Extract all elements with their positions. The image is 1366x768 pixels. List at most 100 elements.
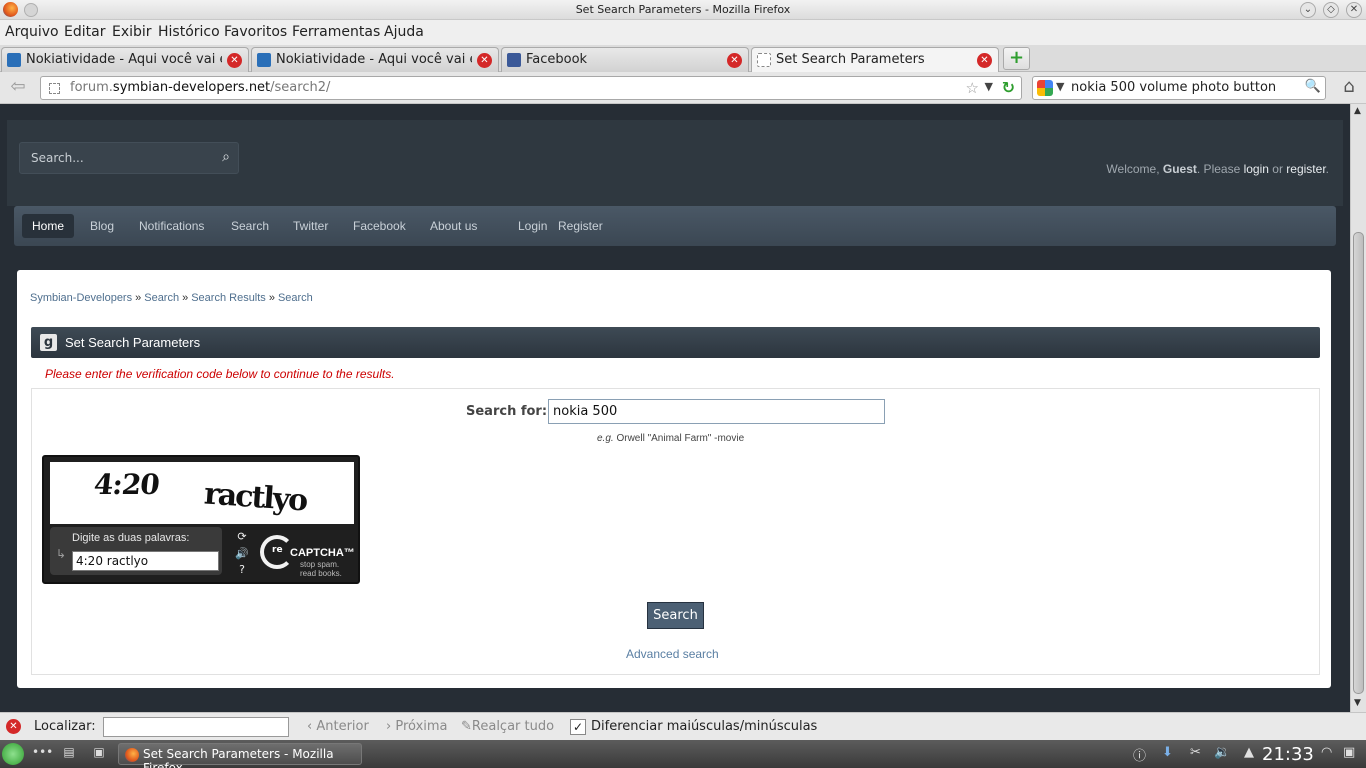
menu-exibir[interactable]: Exibir xyxy=(112,24,152,40)
task-label: Set Search Parameters - Mozilla Firefox xyxy=(143,747,334,768)
page-identity-icon[interactable] xyxy=(49,83,60,94)
tab-nokiatividade-1[interactable]: Nokiatividade - Aqui você vai e... ✕ xyxy=(1,47,249,72)
panel-icon: g xyxy=(40,334,57,351)
match-case-checkbox[interactable]: ✓ xyxy=(570,719,586,735)
tab-nokiatividade-2[interactable]: Nokiatividade - Aqui você vai e... ✕ xyxy=(251,47,499,72)
back-button[interactable]: ⇦ xyxy=(4,77,32,99)
close-tab-icon[interactable]: ✕ xyxy=(227,53,242,68)
audio-captcha-icon[interactable]: 🔊 xyxy=(232,547,252,561)
clock: 21:33 xyxy=(1262,744,1314,765)
menu-bar: Arquivo Editar Exibir Histórico Favorito… xyxy=(0,20,1366,45)
show-desktop-icon[interactable]: ▣ xyxy=(1343,745,1355,760)
menu-arquivo[interactable]: Arquivo xyxy=(5,24,59,40)
close-findbar-icon[interactable]: ✕ xyxy=(6,719,21,734)
web-search-input[interactable]: nokia 500 volume photo button xyxy=(1071,80,1276,95)
captcha-input-area: Digite as duas palavras: ↳ xyxy=(50,527,222,575)
refresh-captcha-icon[interactable]: ⟳ xyxy=(232,530,252,544)
bookmark-star-icon[interactable]: ☆ xyxy=(966,79,979,97)
nav-twitter[interactable]: Twitter xyxy=(283,214,338,238)
nav-blog[interactable]: Blog xyxy=(80,214,124,238)
tab-label: Nokiatividade - Aqui você vai e... xyxy=(26,52,222,67)
site-header: Search... ⌕ Welcome, Guest. Please login… xyxy=(7,120,1343,206)
search-engine-dropdown-icon[interactable]: ▼ xyxy=(1056,80,1064,93)
nav-notifications[interactable]: Notifications xyxy=(129,214,214,238)
panel-header: g Set Search Parameters xyxy=(31,327,1320,358)
web-search-bar[interactable]: ▼ nokia 500 volume photo button 🔍 xyxy=(1032,76,1326,100)
info-icon[interactable]: ⓘ xyxy=(1133,745,1146,764)
new-tab-button[interactable]: + xyxy=(1003,47,1030,70)
desktop-icon[interactable]: ▤ xyxy=(60,745,78,763)
reload-icon[interactable]: ↻ xyxy=(1002,78,1015,97)
maximize-button[interactable]: ◇ xyxy=(1323,2,1339,18)
nav-about-us[interactable]: About us xyxy=(420,214,487,238)
main-content: Symbian-Developers» Search» Search Results… xyxy=(17,270,1331,688)
search-button[interactable]: Search xyxy=(647,602,704,629)
site-search-input[interactable]: Search... xyxy=(31,151,84,165)
find-label: Localizar: xyxy=(34,719,96,734)
find-previous-button[interactable]: ‹ Anterior xyxy=(307,719,369,734)
search-for-input[interactable] xyxy=(548,399,885,424)
tray-expand-icon[interactable]: ▲ xyxy=(1244,745,1254,760)
close-tab-icon[interactable]: ✕ xyxy=(477,53,492,68)
url-bar[interactable]: forum.symbian-developers.net/search2/ ☆ … xyxy=(40,76,1022,100)
breadcrumb-search-results[interactable]: Search Results xyxy=(191,292,266,304)
search-icon[interactable]: ⌕ xyxy=(222,149,230,165)
volume-icon[interactable]: 🔉 xyxy=(1214,745,1230,760)
breadcrumb-symbian-developers[interactable]: Symbian-Developers xyxy=(30,292,132,304)
tab-label: Set Search Parameters xyxy=(776,52,925,67)
recaptcha-logo: re CAPTCHA™ stop spam. read books. xyxy=(260,533,358,578)
menu-editar[interactable]: Editar xyxy=(64,24,105,40)
menu-ferramentas[interactable]: Ferramentas xyxy=(292,24,380,40)
start-menu-icon[interactable] xyxy=(2,743,24,765)
captcha-response-input[interactable] xyxy=(72,551,219,571)
nav-register[interactable]: Register xyxy=(548,214,613,238)
close-tab-icon[interactable]: ✕ xyxy=(977,53,992,68)
nav-facebook[interactable]: Facebook xyxy=(343,214,416,238)
verification-notice: Please enter the verification code below… xyxy=(45,367,395,381)
nav-search[interactable]: Search xyxy=(221,214,279,238)
breadcrumb-current-search[interactable]: Search xyxy=(278,292,313,304)
window-title: Set Search Parameters - Mozilla Firefox xyxy=(575,3,791,16)
find-next-button[interactable]: › Próxima xyxy=(386,719,448,734)
scroll-up-icon[interactable]: ▲ xyxy=(1354,106,1361,116)
taskbar-firefox-task[interactable]: Set Search Parameters - Mozilla Firefox xyxy=(118,743,362,768)
page-scrollbar[interactable]: ▲ ▼ xyxy=(1350,104,1366,712)
activities-icon[interactable]: ••• xyxy=(32,745,53,763)
scrollbar-thumb[interactable] xyxy=(1353,232,1364,694)
window-titlebar: Set Search Parameters - Mozilla Firefox … xyxy=(0,0,1366,20)
recaptcha-widget: 4:20 ractlyo Digite as duas palavras: ↳ … xyxy=(42,455,360,584)
captcha-word-2: ractlyo xyxy=(202,476,308,519)
highlight-all-button[interactable]: ✎Realçar tudo xyxy=(461,719,554,734)
history-dropdown-icon[interactable]: ▼ xyxy=(985,80,993,93)
match-case-label[interactable]: Diferenciar maiúsculas/minúsculas xyxy=(591,719,817,734)
close-window-button[interactable]: ✕ xyxy=(1346,2,1362,18)
url-text[interactable]: forum.symbian-developers.net/search2/ xyxy=(70,80,330,95)
find-input[interactable] xyxy=(103,717,289,737)
close-tab-icon[interactable]: ✕ xyxy=(727,53,742,68)
register-link[interactable]: register xyxy=(1286,162,1325,176)
breadcrumb-search[interactable]: Search xyxy=(144,292,179,304)
navigation-toolbar: ⇦ forum.symbian-developers.net/search2/ … xyxy=(0,72,1366,104)
site-search-box[interactable]: Search... ⌕ xyxy=(19,142,239,174)
download-icon[interactable]: ⬇ xyxy=(1162,745,1173,760)
home-icon[interactable]: ⌂ xyxy=(1336,76,1362,100)
minimize-button[interactable]: ⌄ xyxy=(1300,2,1316,18)
tab-set-search-parameters[interactable]: Set Search Parameters ✕ xyxy=(751,47,999,72)
search-example: e.g. Orwell "Animal Farm" -movie xyxy=(597,433,745,444)
clipboard-icon[interactable]: ✂ xyxy=(1190,745,1201,760)
login-link[interactable]: login xyxy=(1244,162,1269,176)
binoculars-icon[interactable]: 🔍 xyxy=(1305,79,1321,94)
menu-favoritos[interactable]: Favoritos xyxy=(224,24,287,40)
google-icon[interactable] xyxy=(1037,80,1053,96)
menu-historico[interactable]: Histórico xyxy=(158,24,220,40)
taskbar-app-icon[interactable]: ▣ xyxy=(90,745,108,763)
scroll-down-icon[interactable]: ▼ xyxy=(1354,698,1361,708)
network-icon[interactable]: ◠ xyxy=(1321,745,1332,760)
nav-home[interactable]: Home xyxy=(22,214,75,238)
captcha-image: 4:20 ractlyo xyxy=(50,462,354,524)
advanced-search-link[interactable]: Advanced search xyxy=(626,647,719,661)
tab-facebook[interactable]: Facebook ✕ xyxy=(501,47,749,72)
help-captcha-icon[interactable]: ? xyxy=(232,563,252,577)
menu-ajuda[interactable]: Ajuda xyxy=(384,24,424,40)
tab-label: Facebook xyxy=(526,52,588,67)
